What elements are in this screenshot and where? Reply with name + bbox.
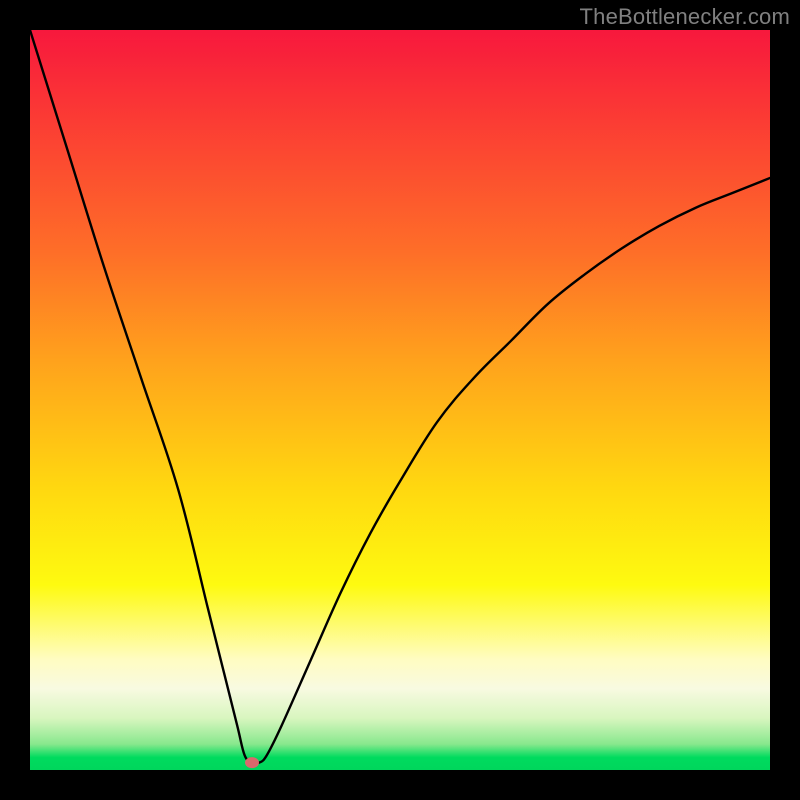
chart-frame: TheBottlenecker.com: [0, 0, 800, 800]
bottleneck-curve: [30, 30, 770, 764]
curve-layer: [30, 30, 770, 770]
optimal-point-marker: [245, 757, 259, 768]
watermark-text: TheBottlenecker.com: [580, 4, 790, 30]
plot-area: [30, 30, 770, 770]
